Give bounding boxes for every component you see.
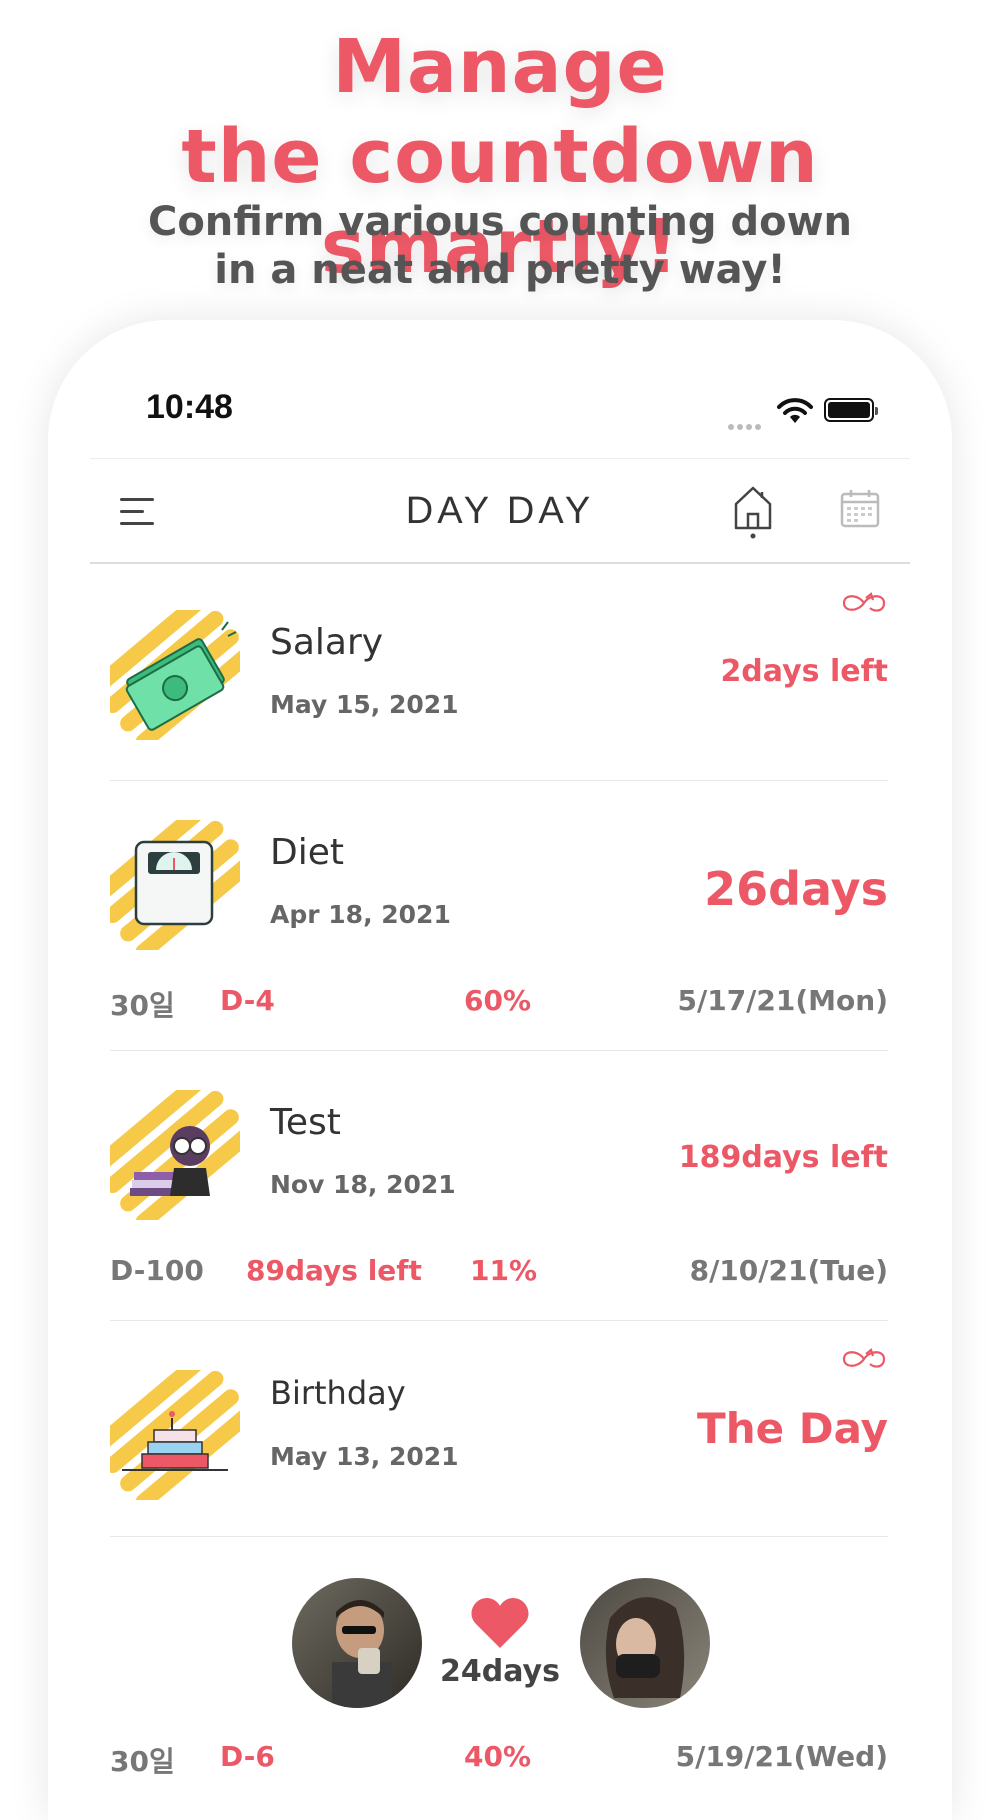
item-divider	[110, 1050, 888, 1051]
battery-icon	[824, 398, 878, 422]
cake-icon	[110, 1370, 240, 1500]
avatar-right	[580, 1578, 710, 1708]
app-title: DAY DAY	[405, 490, 595, 532]
promo-subline-line2: in a neat and pretty way!	[214, 247, 786, 293]
stat-percent: 40%	[464, 1740, 532, 1773]
status-time: 10:48	[146, 388, 233, 426]
item-stats: 30일 D-6 40% 5/19/21(Wed)	[110, 1740, 888, 1780]
stat-goal: 30일	[110, 1745, 175, 1778]
stat-end-date: 5/19/21(Wed)	[675, 1740, 888, 1773]
item-date: May 15, 2021	[270, 690, 459, 719]
repeat-icon	[842, 592, 886, 612]
stat-dday: D-4	[220, 984, 275, 1017]
stat-dday: 89days left	[246, 1254, 422, 1287]
stat-end-date: 5/17/21(Mon)	[677, 984, 889, 1017]
item-date: May 13, 2021	[270, 1442, 459, 1471]
item-remaining: 26days	[704, 862, 888, 916]
money-icon	[110, 610, 240, 740]
stat-dday: D-6	[220, 1740, 275, 1773]
repeat-icon	[842, 1348, 886, 1368]
item-remaining: 189days left	[678, 1140, 888, 1175]
list-item-diet[interactable]: Diet Apr 18, 2021 26days 30일 D-4 60% 5/1…	[110, 800, 888, 1050]
couple-count: 24days	[440, 1654, 560, 1689]
stat-percent: 60%	[464, 984, 532, 1017]
list-item-birthday[interactable]: Birthday May 13, 2021 The Day	[110, 1346, 888, 1536]
item-stats: 30일 D-4 60% 5/17/21(Mon)	[110, 984, 888, 1024]
item-divider	[110, 1320, 888, 1321]
home-icon[interactable]	[732, 484, 774, 540]
calendar-icon[interactable]	[840, 488, 880, 528]
item-stats: D-100 89days left 11% 8/10/21(Tue)	[110, 1254, 888, 1294]
stat-end-date: 8/10/21(Tue)	[689, 1254, 888, 1287]
stat-goal: 30일	[110, 989, 175, 1022]
stat-goal: D-100	[110, 1254, 204, 1287]
status-divider	[90, 458, 910, 459]
list-item-test[interactable]: Test Nov 18, 2021 189days left D-100 89d…	[110, 1070, 888, 1320]
study-icon	[110, 1090, 240, 1220]
item-title: Diet	[270, 832, 344, 873]
navbar: DAY DAY	[90, 460, 910, 564]
wifi-icon	[777, 398, 813, 423]
heart-icon	[471, 1598, 529, 1648]
item-remaining: 2days left	[720, 654, 888, 689]
promo-headline-line1: Manage	[332, 24, 668, 110]
item-date: Nov 18, 2021	[270, 1170, 456, 1199]
cellular-signal-icon	[728, 415, 768, 430]
promo-subline-line1: Confirm various counting down	[147, 199, 853, 245]
list-item-salary[interactable]: Salary May 15, 2021 2days left	[110, 590, 888, 780]
item-title: Salary	[270, 622, 384, 663]
stat-percent: 11%	[470, 1254, 538, 1287]
item-title: Birthday	[270, 1374, 406, 1412]
item-date: Apr 18, 2021	[270, 900, 451, 929]
scale-icon	[110, 820, 240, 950]
item-divider	[110, 1536, 888, 1537]
item-title: Test	[270, 1102, 341, 1143]
item-divider	[110, 780, 888, 781]
item-remaining: The Day	[697, 1404, 888, 1453]
